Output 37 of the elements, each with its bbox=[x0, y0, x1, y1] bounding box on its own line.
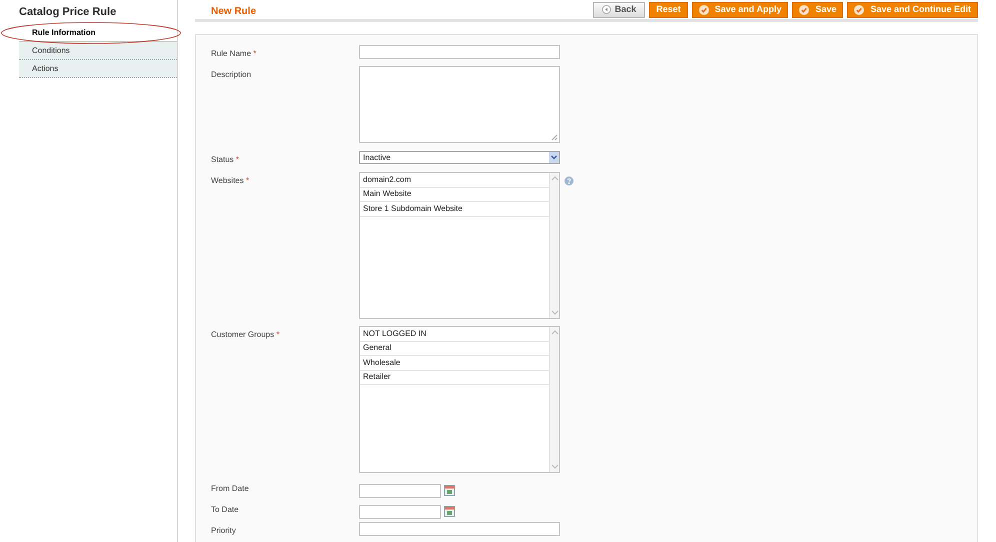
date-field[interactable] bbox=[359, 484, 441, 498]
back-button[interactable]: Back bbox=[592, 2, 646, 18]
chevron-down-icon bbox=[549, 152, 559, 163]
multiselect-list[interactable]: NOT LOGGED IN General Wholesale Retailer bbox=[359, 326, 560, 473]
text-field[interactable] bbox=[359, 522, 560, 536]
calendar-icon[interactable] bbox=[444, 485, 455, 496]
field-label: Customer Groups * bbox=[211, 329, 280, 341]
select-field[interactable]: Inactive bbox=[359, 151, 560, 164]
resize-grip-icon[interactable] bbox=[551, 134, 558, 141]
field-label: Description bbox=[211, 69, 252, 81]
textarea-field[interactable] bbox=[359, 66, 560, 143]
calendar-icon[interactable] bbox=[444, 506, 455, 517]
field-label: Priority bbox=[211, 525, 237, 537]
sidebar-tab[interactable]: Conditions bbox=[19, 42, 177, 60]
field-label: From Date bbox=[211, 483, 250, 495]
list-option[interactable]: domain2.com bbox=[360, 173, 549, 188]
field-label: Rule Name * bbox=[211, 48, 258, 60]
page-title: New Rule bbox=[210, 4, 256, 18]
list-option[interactable]: Retailer bbox=[360, 370, 549, 385]
text-field[interactable] bbox=[359, 45, 560, 59]
multiselect-list[interactable]: domain2.com Main Website Store 1 Subdomain Website bbox=[359, 172, 560, 319]
list-option[interactable]: General bbox=[360, 342, 549, 356]
list-option[interactable]: Wholesale bbox=[360, 356, 549, 370]
field-label: Status * bbox=[211, 154, 240, 166]
sidebar-title: Catalog Price Rule bbox=[19, 5, 118, 20]
list-option[interactable]: Store 1 Subdomain Website bbox=[360, 202, 549, 216]
check-icon bbox=[799, 4, 810, 14]
check-icon bbox=[698, 4, 709, 14]
list-option[interactable]: Main Website bbox=[360, 188, 549, 202]
check-icon bbox=[854, 4, 864, 14]
help-icon[interactable] bbox=[564, 176, 574, 186]
date-field[interactable] bbox=[359, 504, 441, 518]
field-label: Websites * bbox=[211, 175, 250, 187]
back-icon bbox=[602, 5, 611, 14]
field-label: To Date bbox=[211, 504, 240, 516]
list-option[interactable]: NOT LOGGED IN bbox=[360, 327, 549, 342]
sidebar-tab[interactable]: Actions bbox=[19, 60, 177, 78]
